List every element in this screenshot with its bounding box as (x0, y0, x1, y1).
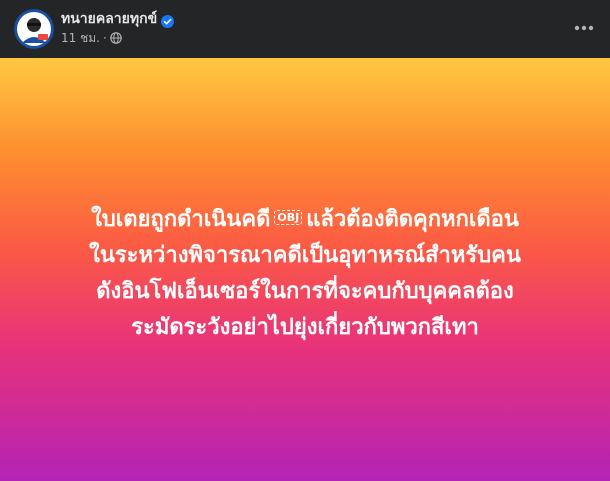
post-line-4: ระมัดระวังอย่าไปยุ่งเกี่ยวกับพวกสีเทา (131, 314, 479, 340)
post-text: ใบเตยถูกดำเนินคดี OBJ แล้วต้องติดคุกหกเดือ… (89, 202, 521, 346)
post-text-card: ใบเตยถูกดำเนินคดี OBJ แล้วต้องติดคุกหกเดือ… (0, 58, 610, 481)
author-avatar[interactable] (14, 9, 54, 49)
post-header: ทนายคลายทุกข์ 11 ชม. · (0, 0, 610, 58)
post-line-3: ดังอินโฟเอ็นเซอร์ในการที่จะคบกับบุคคลต้อ… (96, 278, 514, 304)
obj-replacement-glyph: OBJ (274, 210, 303, 225)
author-name[interactable]: ทนายคลายทุกข์ (61, 8, 157, 30)
more-options-icon (574, 25, 594, 31)
post-line-1-start: ใบเตยถูกดำเนินคดี (91, 206, 271, 232)
avatar-image (14, 9, 54, 49)
more-options-button[interactable] (568, 14, 600, 42)
meta-separator: · (102, 31, 107, 45)
verified-badge-icon (161, 13, 175, 28)
post-timestamp[interactable]: 11 ชม. (61, 29, 100, 48)
post-line-2: ในระหว่างพิจารณาคดีเป็นอุทาหรณ์สำหรับคน (89, 242, 521, 268)
post-line-1: ใบเตยถูกดำเนินคดี OBJ แล้วต้องติดคุกหกเดือ… (89, 202, 521, 238)
globe-icon[interactable] (109, 32, 122, 44)
post-line-1-end: แล้วต้องติดคุกหกเดือน (306, 206, 519, 232)
